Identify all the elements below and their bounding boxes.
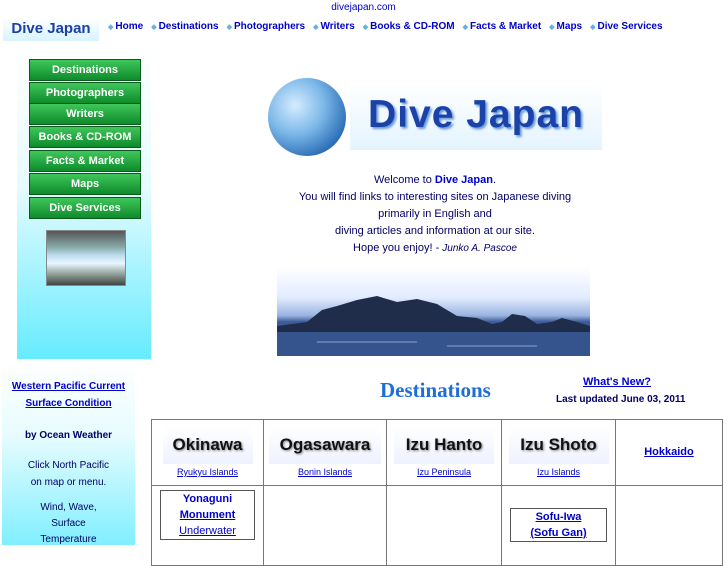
- top-nav-dive-services[interactable]: ◆ Dive Services: [590, 21, 662, 32]
- dive-japan-banner: Dive Japan: [350, 82, 602, 150]
- ryukyu-link[interactable]: Ryukyu Islands: [152, 467, 263, 477]
- side-nav-destinations[interactable]: Destinations: [29, 59, 141, 81]
- sofu-iwa-box[interactable]: Sofu-Iwa (Sofu Gan): [510, 508, 607, 542]
- ogasawara-plate[interactable]: Ogasawara: [269, 426, 381, 464]
- wind-text-3: Temperature: [40, 534, 97, 545]
- top-nav-facts[interactable]: ◆ Facts & Market: [463, 21, 542, 32]
- hokkaido-link[interactable]: Hokkaido: [616, 446, 722, 458]
- bullet-icon: ◆: [362, 24, 369, 31]
- destinations-heading: Destinations: [380, 378, 491, 402]
- bullet-icon: ◆: [151, 24, 157, 31]
- bullet-icon: ◆: [590, 24, 596, 31]
- current-info-panel: Western Pacific Current Surface Conditio…: [2, 361, 135, 545]
- lake-photo[interactable]: [46, 230, 126, 286]
- top-nav-maps[interactable]: ◆ Maps: [549, 21, 582, 32]
- dest-cell-yonaguni: Yonaguni Monument Underwater: [151, 485, 264, 566]
- globe-map[interactable]: [268, 78, 346, 156]
- dest-cell-empty-3: [615, 485, 723, 566]
- dest-cell-sofu-iwa: Sofu-Iwa (Sofu Gan): [501, 485, 616, 566]
- dest-cell-izu-shoto: Izu Shoto Izu Islands: [501, 419, 616, 486]
- dest-cell-hokkaido: Hokkaido: [615, 419, 723, 486]
- dest-cell-empty-2: [386, 485, 502, 566]
- top-nav-photographers[interactable]: ◆ Photographers: [227, 21, 306, 32]
- side-nav-panel: Destinations Photographers Writers Books…: [17, 45, 151, 359]
- side-nav-facts[interactable]: Facts & Market: [29, 150, 141, 172]
- site-logo[interactable]: Dive Japan: [3, 17, 99, 41]
- yonaguni-box[interactable]: Yonaguni Monument Underwater: [160, 490, 255, 540]
- dest-cell-okinawa: Okinawa Ryukyu Islands: [151, 419, 264, 486]
- surface-link[interactable]: Surface Condition: [2, 398, 135, 409]
- current-link[interactable]: Western Pacific Current: [2, 381, 135, 392]
- side-nav-maps[interactable]: Maps: [29, 173, 141, 195]
- dest-cell-ogasawara: Ogasawara Bonin Islands: [263, 419, 387, 486]
- bonin-link[interactable]: Bonin Islands: [264, 467, 386, 477]
- izu-islands-link[interactable]: Izu Islands: [502, 467, 615, 477]
- izu-hanto-plate[interactable]: Izu Hanto: [394, 426, 494, 464]
- top-nav-writers[interactable]: ◆ Writers: [313, 21, 355, 32]
- wind-text-1: Wind, Wave,: [40, 502, 97, 513]
- last-updated: Last updated June 03, 2011: [556, 394, 686, 405]
- by-ocean-weather: by Ocean Weather: [24, 430, 113, 441]
- side-nav-books[interactable]: Books & CD-ROM: [29, 126, 141, 148]
- dest-cell-izu-hanto: Izu Hanto Izu Peninsula: [386, 419, 502, 486]
- bullet-icon: ◆: [226, 24, 232, 31]
- destinations-table: Okinawa Ryukyu Islands Ogasawara Bonin I…: [151, 419, 723, 566]
- izu-shoto-plate[interactable]: Izu Shoto: [508, 426, 609, 464]
- bullet-icon: ◆: [549, 24, 555, 31]
- bullet-icon: ◆: [462, 24, 469, 31]
- side-nav-dive-services[interactable]: Dive Services: [29, 197, 141, 219]
- bullet-icon: ◆: [108, 24, 114, 31]
- site-domain: divejapan.com: [331, 2, 396, 13]
- whats-new-link[interactable]: What's New?: [583, 376, 651, 388]
- top-nav-destinations[interactable]: ◆ Destinations: [151, 21, 218, 32]
- click-hint-2: on map or menu.: [30, 477, 107, 488]
- izu-peninsula-link[interactable]: Izu Peninsula: [387, 467, 501, 477]
- bullet-icon: ◆: [313, 24, 319, 31]
- island-photo: [277, 266, 590, 356]
- island-silhouette: [277, 296, 590, 356]
- side-nav-writers[interactable]: Writers: [29, 103, 141, 125]
- top-nav-books[interactable]: ◆ Books & CD-ROM: [363, 21, 455, 32]
- top-nav: ◆ Home ◆ Destinations ◆ Photographers ◆ Writers…: [108, 21, 671, 32]
- welcome-text: Welcome to Dive Japan. You will find lin…: [298, 174, 572, 254]
- dest-cell-empty-1: [263, 485, 387, 566]
- okinawa-plate[interactable]: Okinawa: [162, 426, 253, 464]
- wind-text-2: Surface: [51, 518, 86, 529]
- top-nav-home[interactable]: ◆ Home: [108, 21, 143, 32]
- side-nav-photographers[interactable]: Photographers: [29, 82, 141, 104]
- click-hint-1: Click North Pacific: [27, 460, 110, 471]
